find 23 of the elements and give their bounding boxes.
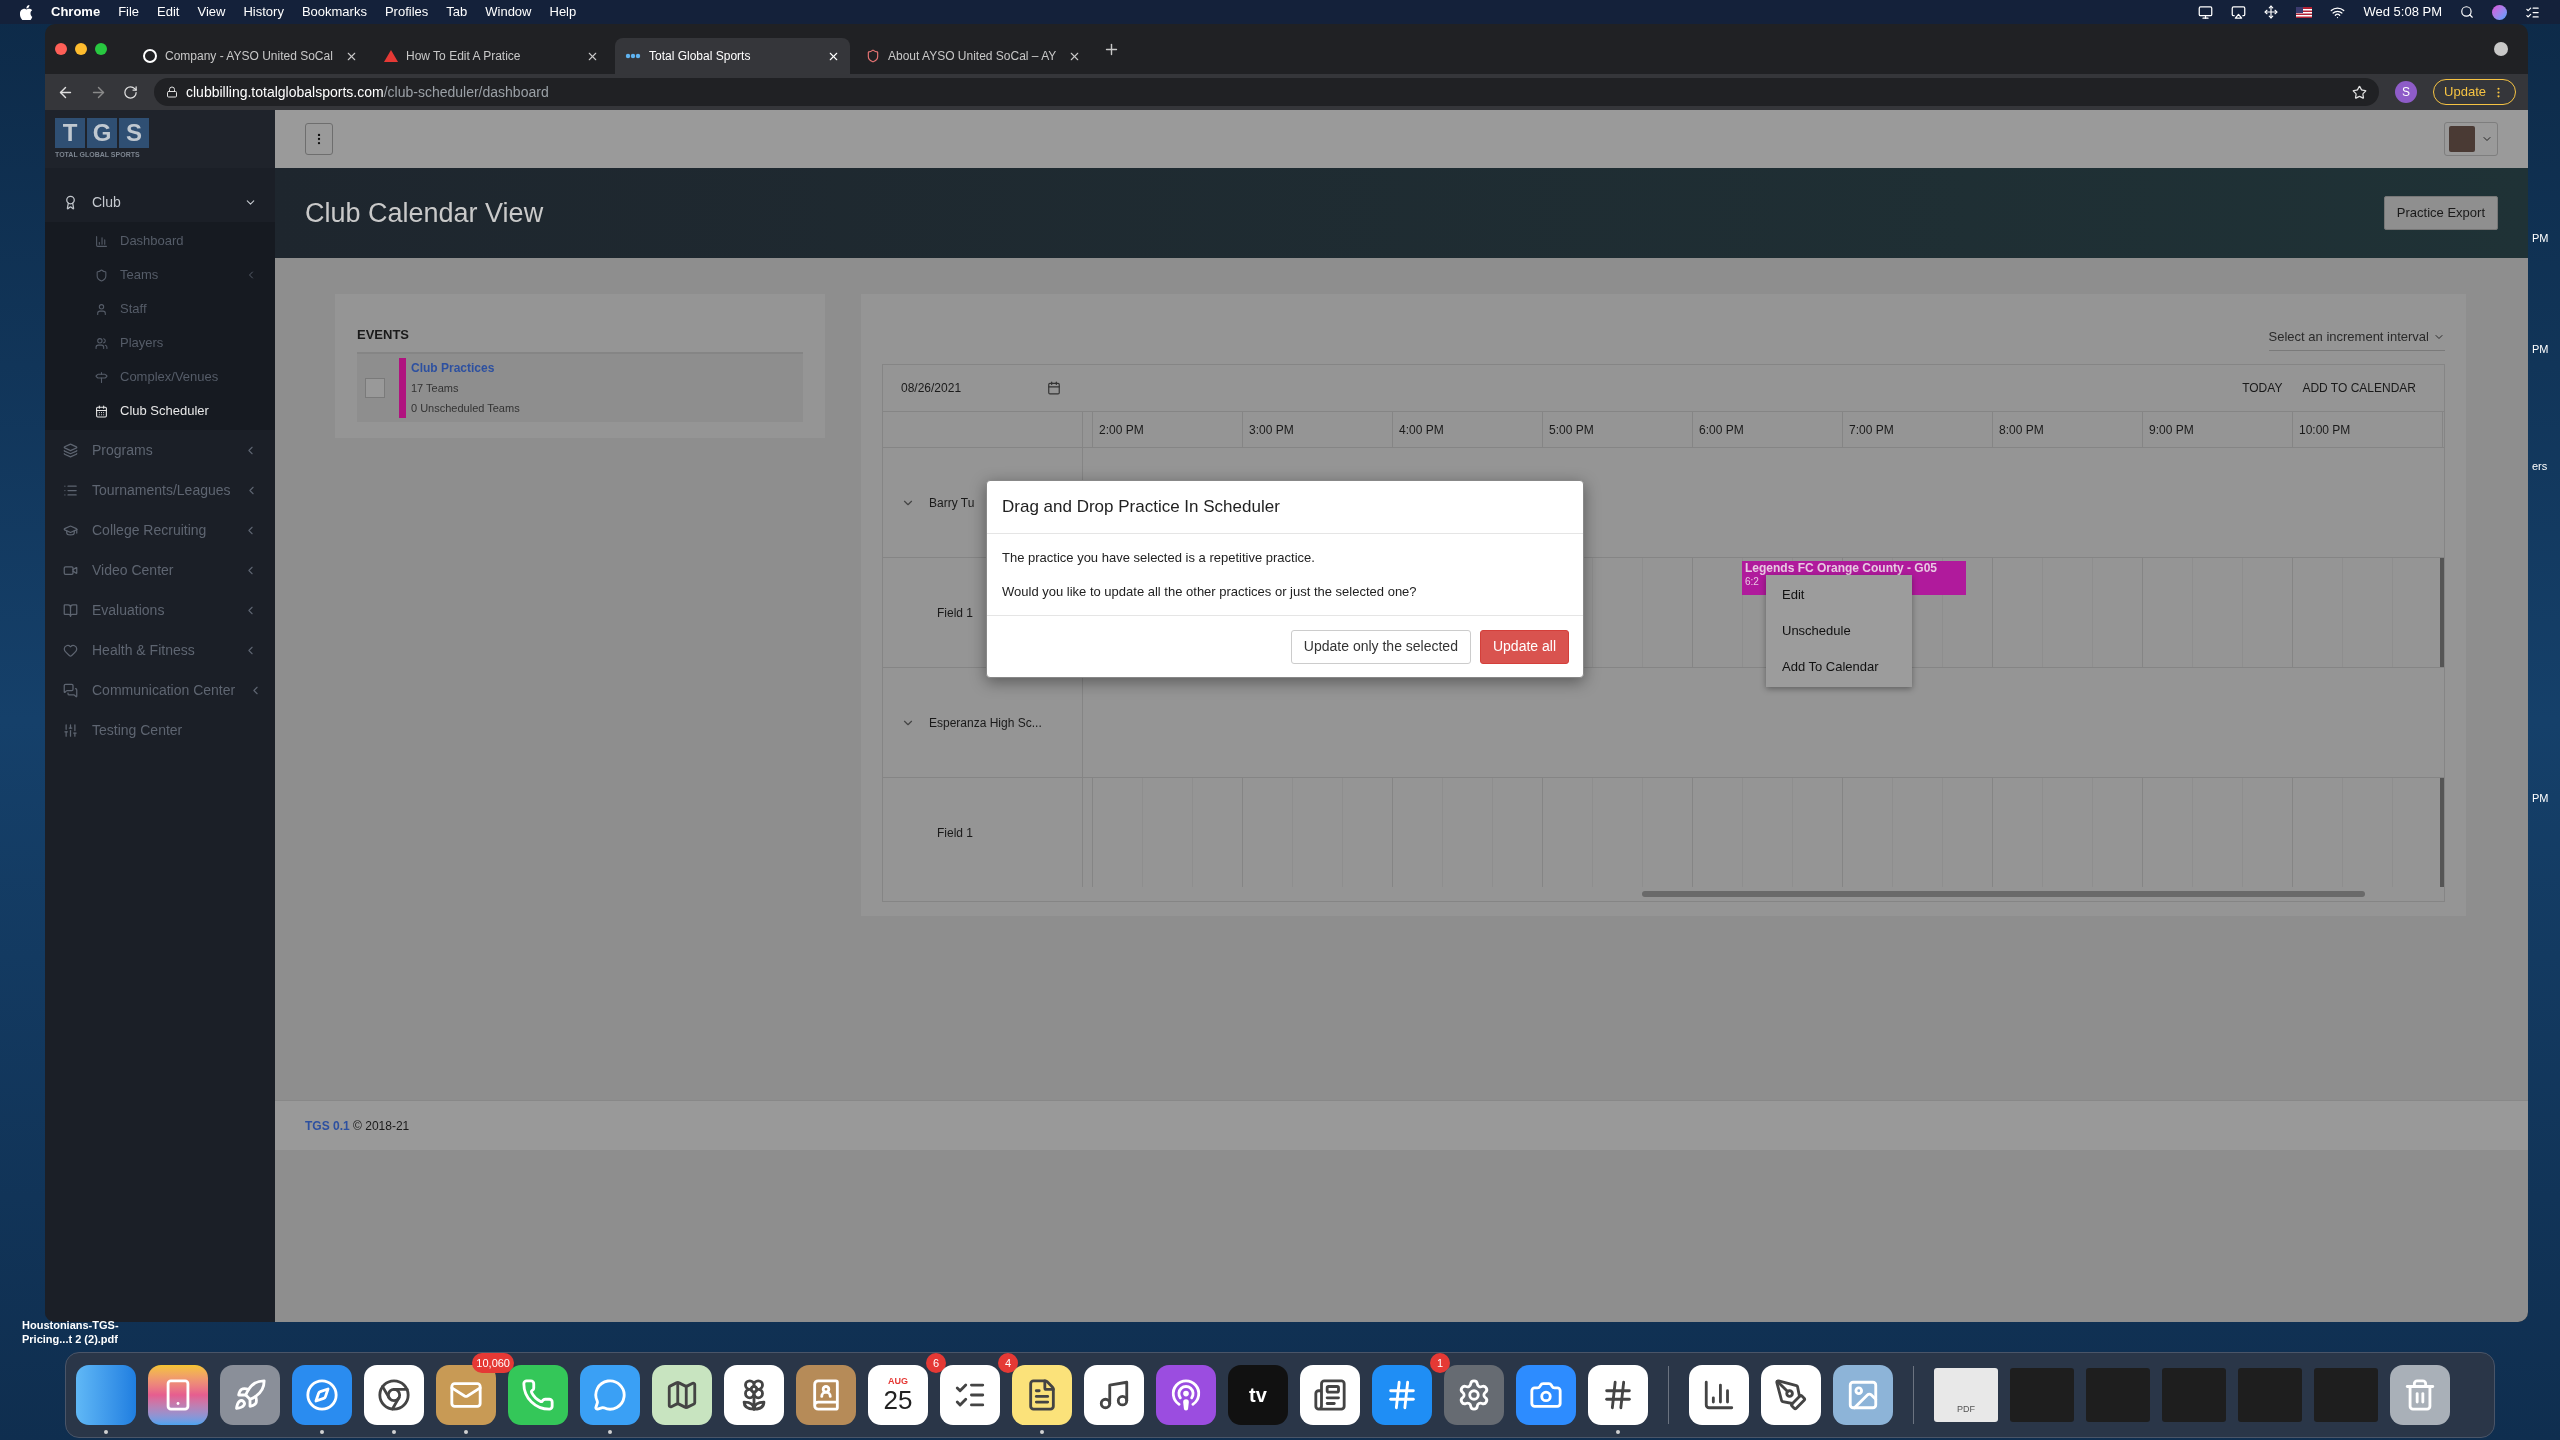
field-name: Field 1 — [937, 824, 974, 842]
page-title: Club Calendar View — [305, 196, 544, 230]
notification-badge: 10,060 — [472, 1353, 514, 1373]
time-column-header: 7:00 PM — [1843, 412, 1993, 447]
events-heading: EVENTS — [357, 327, 409, 342]
field-name: Field 1 — [937, 604, 974, 622]
time-column-header: 10:00 PM — [2293, 412, 2443, 447]
footer-text: TGS 0.1 © 2018-21 — [305, 1117, 410, 1135]
teams-count: 17 Teams — [411, 381, 460, 396]
time-column-header: 6:00 PM — [1693, 412, 1843, 447]
time-column-header: 2:00 PM — [1093, 412, 1243, 447]
time-column-header: 8:00 PM — [1993, 412, 2143, 447]
url-text: clubbilling.totalglobalsports.com/club-scheduler/dashboard — [186, 82, 549, 102]
dialog-title: Drag and Drop Practice In Scheduler — [1002, 496, 1280, 519]
dialog-message: The practice you have selected is a repetitive practice. — [1002, 549, 1316, 567]
unscheduled-count: 0 Unscheduled Teams — [411, 401, 520, 416]
dialog-message: Would you like to update all the other practices or just the selected one? — [1002, 582, 1418, 601]
time-column-header: 5:00 PM — [1543, 412, 1693, 447]
time-column-header: 3:00 PM — [1243, 412, 1393, 447]
venue-name: Esperanza High Sc... — [929, 714, 1042, 732]
time-column-header: 9:00 PM — [2143, 412, 2293, 447]
time-column-header: 4:00 PM — [1393, 412, 1543, 447]
venue-name: Barry Tu — [929, 494, 975, 512]
